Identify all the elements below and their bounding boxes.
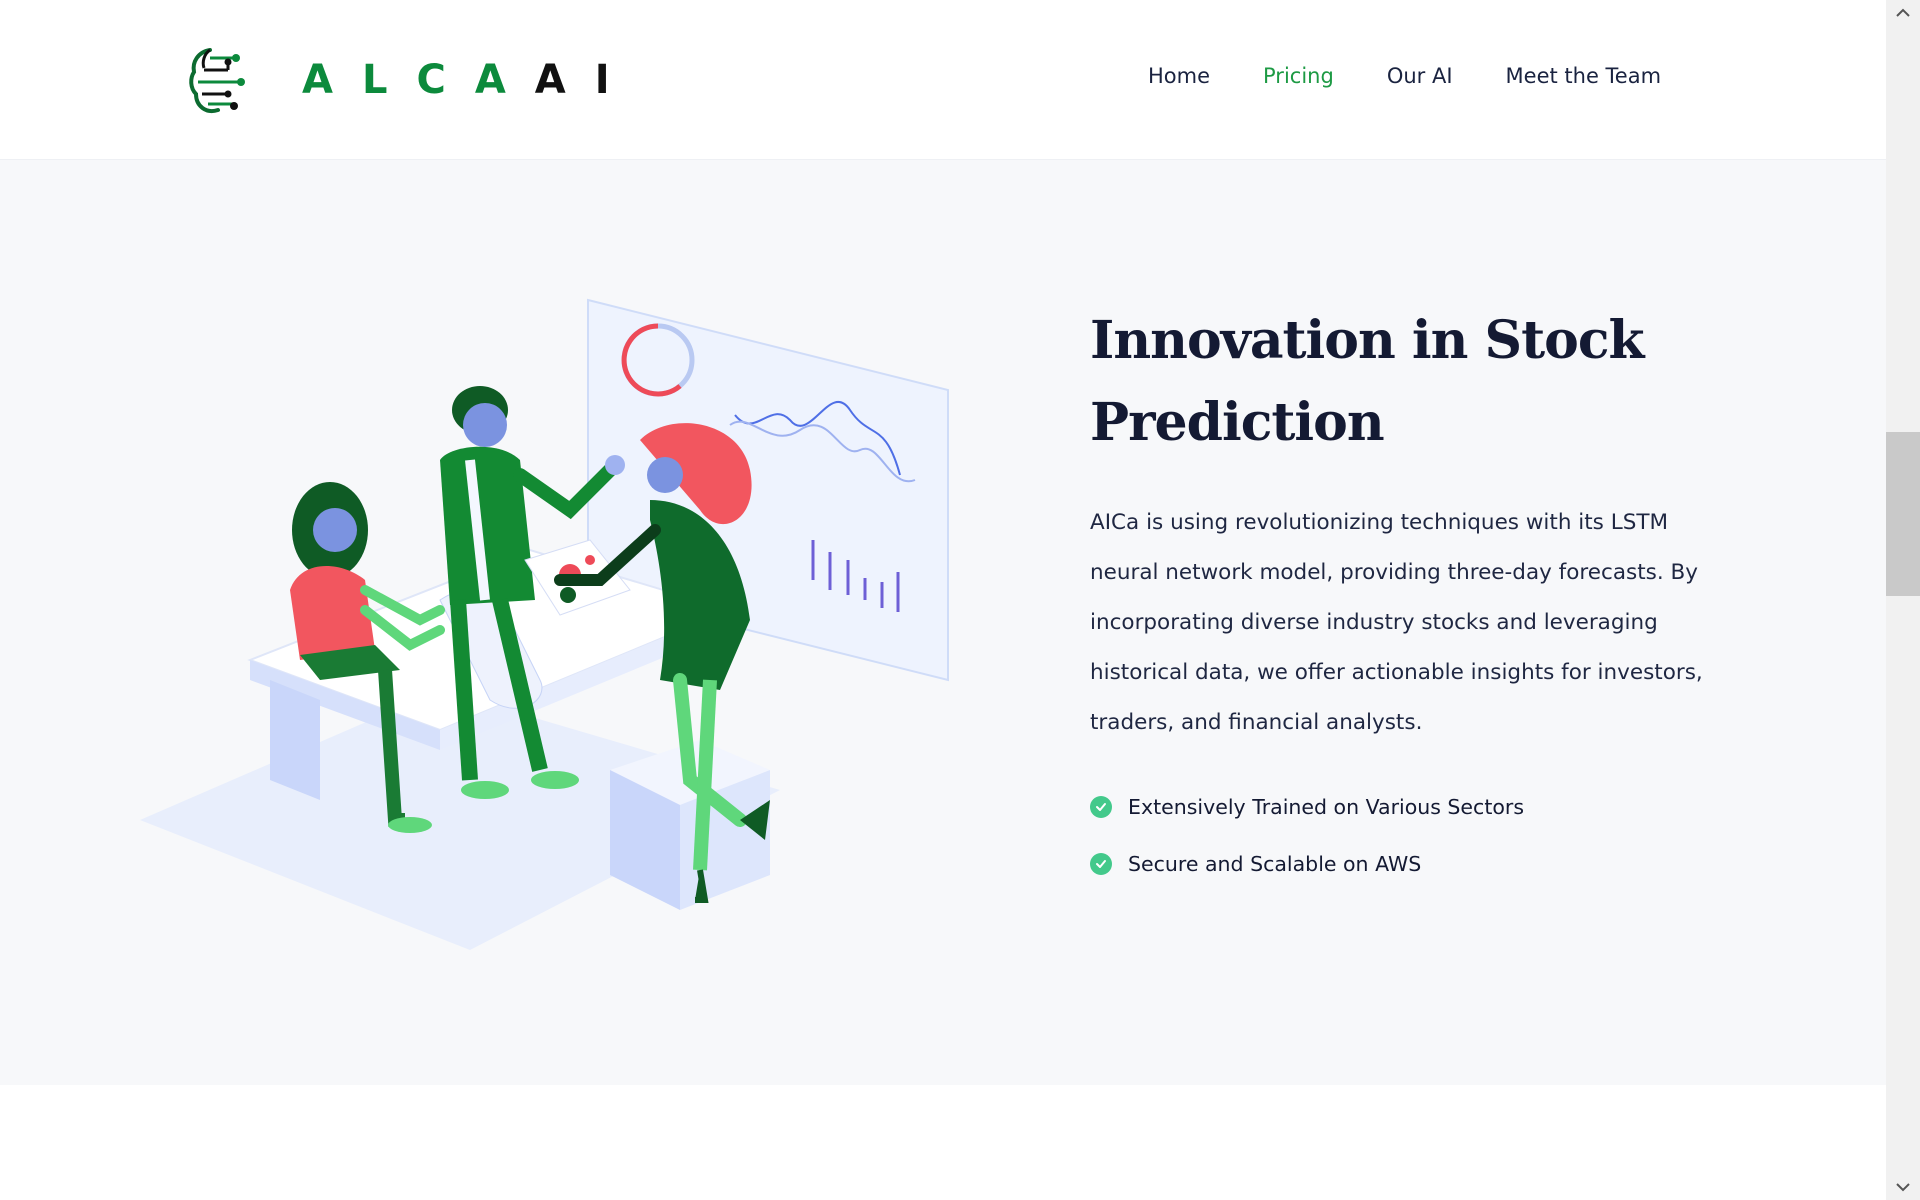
nav-pricing[interactable]: Pricing (1263, 64, 1334, 88)
logo-letter: A (302, 57, 333, 103)
logo-letter: I (594, 57, 610, 103)
scrollbar-thumb[interactable] (1886, 432, 1920, 596)
check-circle-icon (1090, 852, 1112, 875)
feature-item: Secure and Scalable on AWS (1090, 835, 1750, 892)
main-nav: Home Pricing Our AI Meet the Team (1148, 64, 1714, 88)
hero-title-line2: Prediction (1090, 392, 1385, 453)
circuit-brain-icon (189, 48, 245, 113)
team-analyzing-charts-illustration (140, 298, 949, 950)
logo-letter: C (416, 57, 446, 103)
feature-list: Extensively Trained on Various Sectors S… (1090, 778, 1750, 892)
scroll-down-arrow-icon[interactable] (1894, 1178, 1912, 1196)
site-header: A L C A A I Home Pricing Our AI Meet the… (0, 0, 1886, 160)
site-logo[interactable]: A L C A A I (188, 44, 639, 116)
scroll-up-arrow-icon[interactable] (1894, 4, 1912, 22)
logo-letter: L (361, 57, 388, 103)
nav-our-ai[interactable]: Our AI (1387, 64, 1453, 88)
hero-title-line1: Innovation in Stock (1090, 310, 1645, 371)
hero-description: AICa is using revolutionizing techniques… (1090, 510, 1703, 735)
feature-label: Secure and Scalable on AWS (1128, 851, 1422, 876)
hero-section: Innovation in Stock Prediction AICa is u… (0, 160, 1886, 1085)
feature-item: Extensively Trained on Various Sectors (1090, 778, 1750, 835)
feature-label: Extensively Trained on Various Sectors (1128, 794, 1525, 819)
nav-meet-the-team[interactable]: Meet the Team (1506, 64, 1662, 88)
logo-letter: A (474, 57, 506, 103)
page-scrollbar[interactable] (1886, 0, 1920, 1200)
next-section (0, 1085, 1886, 1200)
hero-title: Innovation in Stock Prediction (1090, 300, 1750, 464)
hero-text-block: Innovation in Stock Prediction AICa is u… (1090, 300, 1750, 892)
logo-letter: A (534, 57, 566, 103)
logo-wordmark: A L C A A I (302, 57, 639, 103)
check-circle-icon (1090, 795, 1112, 818)
nav-home[interactable]: Home (1148, 64, 1210, 88)
